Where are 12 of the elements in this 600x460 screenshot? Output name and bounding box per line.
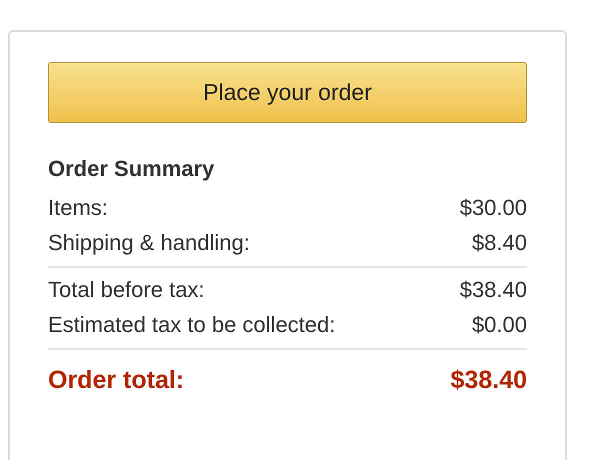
- summary-amount: $0.00: [472, 311, 527, 339]
- summary-label: Estimated tax to be collected:: [48, 311, 336, 339]
- summary-amount: $30.00: [460, 194, 527, 222]
- summary-label: Shipping & handling:: [48, 229, 250, 257]
- summary-title: Order Summary: [48, 155, 216, 183]
- summary-label: Total before tax:: [48, 276, 205, 304]
- total-label: Order total:: [48, 365, 184, 396]
- summary-amount: $38.40: [460, 276, 527, 304]
- total-amount: $38.40: [450, 365, 527, 396]
- summary-amount: $8.40: [472, 229, 527, 257]
- place-order-button[interactable]: Place your order: [48, 62, 527, 123]
- summary-label: Items:: [48, 194, 108, 222]
